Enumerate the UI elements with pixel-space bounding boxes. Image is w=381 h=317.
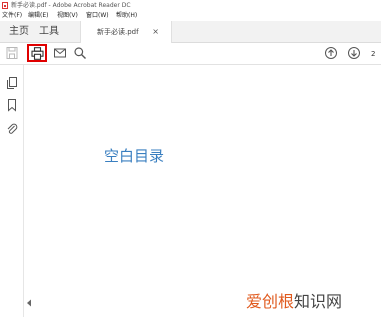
menu-view[interactable]: 视图(V) [57,11,78,21]
email-button[interactable] [53,46,69,62]
tab-document[interactable]: 新手必读.pdf × [80,21,172,43]
menu-window[interactable]: 窗口(W) [86,11,109,21]
page-number-input[interactable]: 2 [371,46,381,62]
toolbar: 2 [0,43,381,65]
print-button[interactable] [27,44,47,62]
tab-bar: 主页 工具 新手必读.pdf × [0,21,381,43]
attachment-icon [7,123,18,134]
tab-tools[interactable]: 工具 [39,21,59,43]
watermark-suffix: 知识网 [294,292,343,311]
page-up-button[interactable] [324,46,340,62]
collapse-pane-button[interactable] [26,292,32,307]
page-thumbnails-button[interactable] [5,75,19,89]
print-icon [31,47,44,60]
search-button[interactable] [73,46,89,62]
acrobat-icon [2,2,8,9]
search-icon [74,47,86,59]
save-button[interactable] [5,46,21,62]
window-title: 新手必读.pdf - Adobe Acrobat Reader DC [11,2,131,9]
menu-bar: 文件(F) 编辑(E) 视图(V) 窗口(W) 帮助(H) [0,11,381,21]
title-bar: 新手必读.pdf - Adobe Acrobat Reader DC [0,0,381,11]
bookmarks-button[interactable] [5,97,19,112]
save-icon [6,47,18,59]
menu-file[interactable]: 文件(F) [2,11,22,21]
tab-document-label: 新手必读.pdf [97,28,139,36]
navigation-pane [0,65,24,317]
email-icon [54,48,66,58]
empty-outline-text: 空白目录 [104,147,165,165]
copy-pages-icon [7,77,17,89]
page-down-icon [348,47,360,59]
bookmark-icon [8,99,16,112]
page-down-button[interactable] [347,46,363,62]
menu-edit[interactable]: 编辑(E) [28,11,48,21]
watermark: 爱创根知识网 [246,288,342,312]
menu-help[interactable]: 帮助(H) [116,11,137,21]
tab-home[interactable]: 主页 [9,21,29,43]
attachments-button[interactable] [5,121,19,135]
triangle-left-icon [27,299,31,307]
page-up-icon [325,47,337,59]
watermark-brand: 爱创根 [246,292,295,311]
tab-close-button[interactable]: × [152,21,159,43]
